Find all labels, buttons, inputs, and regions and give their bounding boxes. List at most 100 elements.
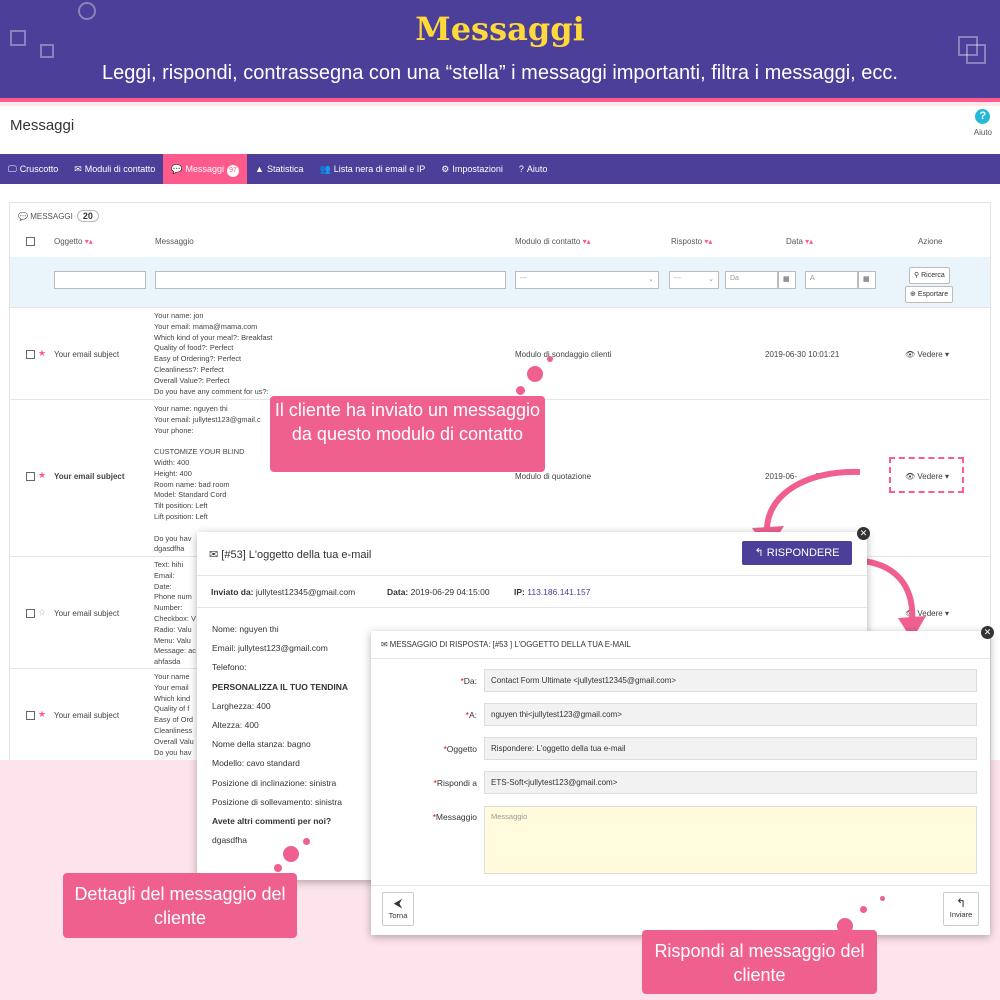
tab-label: Lista nera di email e IP <box>333 164 426 174</box>
export-label: Esportare <box>917 291 949 298</box>
row-date: 2019-06-30 10:01:21 <box>765 350 840 359</box>
reply-modal: ✉ MESSAGGIO DI RISPOSTA: [#53 ] L'OGGETT… <box>371 626 994 935</box>
row-checkbox[interactable] <box>26 609 35 618</box>
modal-header: ✉ [#53] L'oggetto della tua e-mail ↰ RIS… <box>197 532 867 576</box>
label-text: Oggetto <box>446 744 477 754</box>
message-textarea[interactable]: Messaggio <box>484 806 977 874</box>
view-button[interactable]: 👁 Vedere ▾ <box>905 350 949 359</box>
reply-button[interactable]: ↰ RISPONDERE <box>742 541 852 565</box>
envelope-icon: ✉ <box>74 164 82 174</box>
column-header-form[interactable]: Modulo di contatto ▾▴ <box>515 237 591 246</box>
replyto-field[interactable]: ETS-Soft<jullytest123@gmail.com> <box>484 771 977 794</box>
modal-title: ✉ [#53] L'oggetto della tua e-mail <box>209 548 371 561</box>
column-header-replied[interactable]: Risposto ▾▴ <box>671 237 712 246</box>
from-field[interactable]: Contact Form Ultimate <jullytest12345@gm… <box>484 669 977 692</box>
help-button[interactable]: ? Aiuto <box>974 109 992 137</box>
tab-impostazioni[interactable]: ⚙ Impostazioni <box>433 154 511 184</box>
label-text: Rispondi a <box>436 778 477 788</box>
subject-filter-input[interactable] <box>54 271 146 289</box>
page-header: Messaggi ? Aiuto <box>0 106 1000 154</box>
detail-line: Nome: nguyen thi <box>212 624 279 634</box>
row-form: Modulo di sondaggio clienti <box>515 350 612 359</box>
tab-label: Cruscotto <box>19 164 59 174</box>
star-outline-icon[interactable]: ☆ <box>38 607 46 618</box>
date-to-input[interactable]: A <box>805 271 858 289</box>
select-all-checkbox[interactable] <box>26 237 35 246</box>
tab-aiuto[interactable]: ? Aiuto <box>511 154 556 184</box>
panel-title: MESSAGGI <box>30 212 73 221</box>
panel-heading: 💬 MESSAGGI 20 <box>18 210 99 222</box>
sent-by-label: Inviato da: <box>211 587 254 597</box>
modal-header: ✉ MESSAGGIO DI RISPOSTA: [#53 ] L'OGGETT… <box>371 631 990 659</box>
eye-icon: 👁 <box>905 350 918 359</box>
row-form: Modulo di quotazione <box>515 472 592 481</box>
send-label: Inviare <box>949 910 973 919</box>
star-icon[interactable]: ★ <box>38 709 46 720</box>
row-message: Your name Your email Which kind Quality … <box>154 672 194 757</box>
column-header-date[interactable]: Data ▾▴ <box>786 237 813 246</box>
reply-label: RISPONDERE <box>766 547 840 559</box>
modal-footer-divider <box>371 885 990 886</box>
row-checkbox[interactable] <box>26 350 35 359</box>
tab-messaggi[interactable]: 💬 Messaggi 97 <box>163 154 248 184</box>
table-row[interactable]: ★ Your email subject Your name: jon Your… <box>10 307 990 399</box>
column-header-message: Messaggio <box>155 237 194 246</box>
tab-cruscotto[interactable]: 🖵 Cruscotto <box>0 154 66 184</box>
to-field[interactable]: nguyen thi<jullytest123@gmail.com> <box>484 703 977 726</box>
tab-moduli-di-contatto[interactable]: ✉ Moduli di contatto <box>66 154 163 184</box>
chat-icon: 💬 <box>171 164 183 174</box>
tab-statistica[interactable]: ▲ Statistica <box>247 154 311 184</box>
column-header-subject[interactable]: Oggetto ▾▴ <box>54 237 93 246</box>
row-date: 2019-06- 0 <box>765 472 819 481</box>
row-checkbox[interactable] <box>26 472 35 481</box>
back-button[interactable]: ⮜ Torna <box>382 892 414 926</box>
tab-label: Statistica <box>266 164 304 174</box>
modal-title: ✉ MESSAGGIO DI RISPOSTA: [#53 ] L'OGGETT… <box>381 640 631 649</box>
callout-dot <box>303 838 310 845</box>
ip-value: 113.186.141.157 <box>527 587 591 597</box>
help-label: Aiuto <box>973 128 992 137</box>
star-icon[interactable]: ★ <box>38 470 46 481</box>
calendar-icon[interactable]: ▦ <box>858 271 876 289</box>
sort-icon[interactable]: ▾▴ <box>85 237 93 246</box>
row-date-start: 2019-06- <box>765 472 798 481</box>
row-checkbox[interactable] <box>26 711 35 720</box>
search-label: Ricerca <box>921 272 945 279</box>
detail-line: PERSONALIZZA IL TUO TENDINA <box>212 681 348 692</box>
users-icon: 👥 <box>319 164 331 174</box>
close-icon[interactable]: ✕ <box>981 626 994 639</box>
search-button[interactable]: ⚲ Ricerca <box>909 267 950 284</box>
help-icon: ? <box>975 109 991 124</box>
messages-count-badge: 97 <box>227 165 240 177</box>
tab-label: Aiuto <box>526 164 548 174</box>
ip-label: IP: <box>514 587 525 597</box>
detail-line: Nome della stanza: bagno <box>212 739 311 750</box>
sort-icon[interactable]: ▾▴ <box>583 237 591 246</box>
row-message: Your name: jon Your email: mama@mama.com… <box>154 311 273 396</box>
replied-filter-select[interactable]: --- ⌄ <box>669 271 719 289</box>
callout-dot <box>516 386 525 395</box>
calendar-icon[interactable]: ▦ <box>778 271 796 289</box>
view-button[interactable]: 👁 Vedere ▾ <box>905 609 949 618</box>
form-filter-select[interactable]: --- ⌄ <box>515 271 659 289</box>
sort-icon[interactable]: ▾▴ <box>805 237 813 246</box>
callout-dot <box>837 918 853 934</box>
message-filter-input[interactable] <box>155 271 506 289</box>
tab-lista-nera[interactable]: 👥 Lista nera di email e IP <box>311 154 433 184</box>
page-title: Messaggi <box>10 117 75 134</box>
header-label: Data <box>786 237 803 246</box>
banner-title: Messaggi <box>415 10 585 48</box>
subject-field[interactable]: Rispondere: L'oggetto della tua e-mail <box>484 737 977 760</box>
row-subject: Your email subject <box>54 350 120 359</box>
close-icon[interactable]: ✕ <box>857 527 870 540</box>
star-icon[interactable]: ★ <box>38 348 46 359</box>
send-button[interactable]: ↰ Inviare <box>943 892 979 926</box>
export-icon: ⊕ <box>910 291 918 298</box>
label-text: A: <box>468 710 477 720</box>
caret-down-icon: ▾ <box>944 609 949 618</box>
sort-icon[interactable]: ▾▴ <box>704 237 712 246</box>
date-from-input[interactable]: Da <box>725 271 778 289</box>
callout-message-details: Dettagli del messaggio del cliente <box>63 873 297 938</box>
export-button[interactable]: ⊕ Esportare <box>905 286 954 303</box>
callout-dot <box>860 906 867 913</box>
